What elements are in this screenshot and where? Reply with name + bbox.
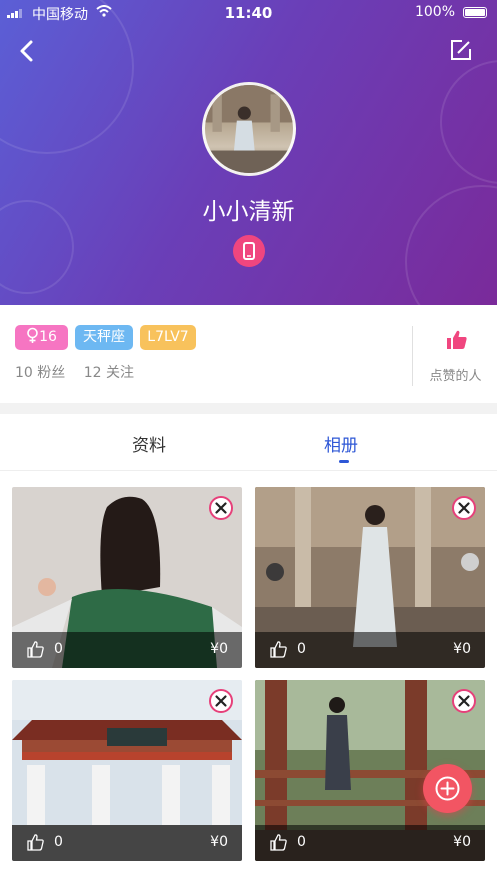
avatar[interactable] <box>202 82 296 176</box>
close-icon[interactable] <box>452 689 476 713</box>
plus-icon <box>435 776 460 801</box>
profile-header: 中国移动 11:40 100% 小小清新 <box>0 0 497 305</box>
tab-bar: 资料 相册 <box>0 414 497 471</box>
thumbs-up-icon[interactable] <box>27 834 44 851</box>
thumbs-up-icon[interactable] <box>270 641 287 658</box>
like-count: 0 <box>297 834 306 850</box>
photo-card[interactable]: 0 ¥0 <box>12 680 242 861</box>
active-tab-indicator <box>339 460 349 463</box>
thumbs-up-icon[interactable] <box>27 641 44 658</box>
age-badge: 16 <box>15 325 68 350</box>
photo-info-bar: 0 ¥0 <box>12 632 242 668</box>
status-bar: 中国移动 11:40 100% <box>0 0 497 24</box>
like-count: 0 <box>297 641 306 657</box>
username: 小小清新 <box>202 199 295 225</box>
photo-grid: 0 ¥0 0 ¥0 0 ¥0 0 ¥0 <box>0 471 497 883</box>
profile-info: 16 天秤座 L7LV7 10 粉丝 12 关注 点赞的人 <box>0 305 497 403</box>
battery-percent: 100% <box>414 4 455 20</box>
photo-info-bar: 0 ¥0 <box>12 825 242 861</box>
follow-stats: 10 粉丝 12 关注 <box>15 362 148 382</box>
followers-count[interactable]: 10 粉丝 <box>15 365 65 381</box>
tab-profile[interactable]: 资料 <box>132 431 166 456</box>
phone-icon <box>233 235 265 267</box>
age-value: 16 <box>39 329 57 345</box>
add-photo-button[interactable] <box>423 764 472 813</box>
back-button[interactable] <box>14 38 42 66</box>
close-icon[interactable] <box>209 496 233 520</box>
tab-album[interactable]: 相册 <box>324 431 358 456</box>
thumbs-up-icon[interactable] <box>446 329 468 351</box>
photo-card[interactable]: 0 ¥0 <box>255 487 485 668</box>
level-badge: L7LV7 <box>140 325 196 350</box>
photo-info-bar: 0 ¥0 <box>255 632 485 668</box>
thumbs-up-icon[interactable] <box>270 834 287 851</box>
avatar-photo <box>205 85 293 173</box>
like-count: 0 <box>54 834 63 850</box>
battery-icon <box>463 7 487 18</box>
female-icon <box>27 327 38 343</box>
zodiac-badge: 天秤座 <box>75 325 133 350</box>
decorative-circle <box>440 60 497 184</box>
close-icon[interactable] <box>452 496 476 520</box>
following-count[interactable]: 12 关注 <box>84 365 134 381</box>
price: ¥0 <box>453 641 471 657</box>
price: ¥0 <box>210 834 228 850</box>
divider <box>412 326 413 386</box>
price: ¥0 <box>453 834 471 850</box>
likers-label[interactable]: 点赞的人 <box>414 365 497 384</box>
photo-card[interactable]: 0 ¥0 <box>12 487 242 668</box>
price: ¥0 <box>210 641 228 657</box>
edit-icon[interactable] <box>449 38 473 62</box>
like-count: 0 <box>54 641 63 657</box>
photo-info-bar: 0 ¥0 <box>255 825 485 861</box>
close-icon[interactable] <box>209 689 233 713</box>
